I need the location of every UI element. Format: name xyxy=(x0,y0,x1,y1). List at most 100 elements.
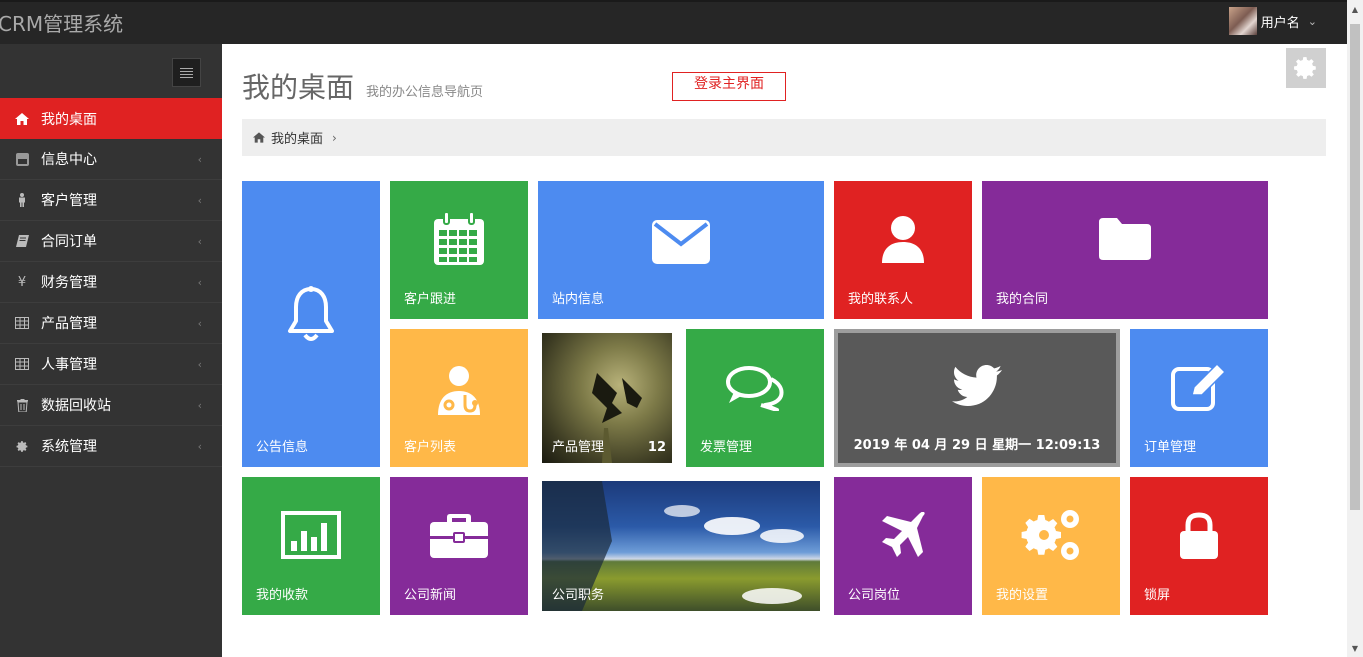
trash-icon xyxy=(15,398,29,412)
chevron-left-icon: ‹ xyxy=(197,152,202,166)
chevron-left-icon: ‹ xyxy=(197,234,202,248)
tile-company-duties[interactable]: 公司职务 xyxy=(538,477,824,615)
tile-label: 我的联系人 xyxy=(848,292,914,307)
home-icon xyxy=(15,112,29,126)
tile-label: 产品管理 xyxy=(552,440,605,455)
tile-product-mgmt[interactable]: 产品管理 12 xyxy=(538,329,676,467)
tile-my-contracts[interactable]: 我的合同 xyxy=(982,181,1268,319)
sidebar-item-info-center[interactable]: 信息中心 ‹ xyxy=(0,139,222,180)
sidebar-item-label: 系统管理 xyxy=(41,439,97,455)
sidebar-item-contract-order[interactable]: 合同订单 ‹ xyxy=(0,221,222,262)
scrollbar-thumb[interactable] xyxy=(1350,24,1360,510)
sidebar-item-finance[interactable]: ¥ 财务管理 ‹ xyxy=(0,262,222,303)
tile-label: 发票管理 xyxy=(700,440,753,455)
bar-chart-icon xyxy=(281,510,341,559)
envelope-icon xyxy=(652,219,710,264)
tile-label: 客户列表 xyxy=(404,440,457,455)
tile-label: 我的设置 xyxy=(996,588,1049,603)
sidebar: 我的桌面 信息中心 ‹ 客户管理 ‹ 合同订单 ‹ ¥ 财务管理 ‹ 产品管理 … xyxy=(0,44,222,657)
tile-label: 我的收款 xyxy=(256,588,309,603)
lock-icon xyxy=(1180,512,1218,560)
sidebar-item-hr[interactable]: 人事管理 ‹ xyxy=(0,344,222,385)
tile-notice[interactable]: 公告信息 xyxy=(242,181,380,467)
sidebar-item-label: 我的桌面 xyxy=(41,111,97,128)
annotation-label: 登录主界面 xyxy=(672,72,786,101)
yen-icon: ¥ xyxy=(17,274,27,290)
sidebar-item-label: 财务管理 xyxy=(41,275,97,291)
male-icon xyxy=(15,193,29,207)
briefcase-icon xyxy=(430,513,488,558)
sidebar-item-label: 产品管理 xyxy=(41,316,97,332)
page-scrollbar[interactable]: ▲ ▼ xyxy=(1347,0,1363,657)
tile-company-news[interactable]: 公司新闻 xyxy=(390,477,528,615)
cogs-icon xyxy=(1021,509,1079,560)
book-icon xyxy=(15,234,29,248)
tile-invoice-mgmt[interactable]: 发票管理 xyxy=(686,329,824,467)
calendar-icon xyxy=(434,210,484,265)
plane-icon xyxy=(882,512,925,558)
sidebar-toggle-button[interactable] xyxy=(172,58,201,87)
tile-customer-list[interactable]: 客户列表 xyxy=(390,329,528,467)
edit-icon xyxy=(1171,362,1227,411)
tile-my-contacts[interactable]: 我的联系人 xyxy=(834,181,972,319)
chevron-left-icon: ‹ xyxy=(197,316,202,330)
tile-site-message[interactable]: 站内信息 xyxy=(538,181,824,319)
sidebar-nav: 我的桌面 信息中心 ‹ 客户管理 ‹ 合同订单 ‹ ¥ 财务管理 ‹ 产品管理 … xyxy=(0,98,222,467)
breadcrumb: 我的桌面 › xyxy=(242,119,1326,156)
gear-icon xyxy=(1294,57,1316,79)
user-menu[interactable]: 用户名 ⌄ xyxy=(1228,7,1317,35)
chevron-left-icon: ‹ xyxy=(197,275,202,289)
top-navbar: CRM管理系统 用户名 ⌄ xyxy=(0,0,1347,44)
theme-settings-button[interactable] xyxy=(1286,48,1326,88)
youtube-icon xyxy=(15,152,29,166)
tile-label: 公司岗位 xyxy=(848,588,901,603)
tile-label: 公司职务 xyxy=(552,588,605,603)
scroll-up-arrow-icon[interactable]: ▲ xyxy=(1347,2,1363,18)
user-name: 用户名 xyxy=(1260,15,1300,31)
tile-lock-screen[interactable]: 锁屏 xyxy=(1130,477,1268,615)
sidebar-item-customer[interactable]: 客户管理 ‹ xyxy=(0,180,222,221)
sidebar-item-product[interactable]: 产品管理 ‹ xyxy=(0,303,222,344)
sidebar-item-system[interactable]: 系统管理 ‹ xyxy=(0,426,222,467)
scroll-down-arrow-icon[interactable]: ▼ xyxy=(1347,641,1363,657)
sidebar-item-label: 合同订单 xyxy=(41,234,97,250)
cog-icon xyxy=(15,439,29,453)
tile-label: 锁屏 xyxy=(1144,588,1171,603)
tile-customer-follow[interactable]: 客户跟进 xyxy=(390,181,528,319)
datetime-display: 2019 年 04 月 29 日 星期一 12:09:13 xyxy=(853,438,1101,453)
sidebar-item-label: 客户管理 xyxy=(41,193,97,209)
tile-my-receipts[interactable]: 我的收款 xyxy=(242,477,380,615)
user-icon xyxy=(882,216,924,264)
page-title: 我的桌面 xyxy=(242,71,355,104)
avatar xyxy=(1228,7,1257,35)
sidebar-item-label: 人事管理 xyxy=(41,357,97,373)
sidebar-item-label: 数据回收站 xyxy=(41,398,111,414)
table-icon xyxy=(15,357,29,371)
folder-icon xyxy=(1099,217,1151,260)
chevron-left-icon: ‹ xyxy=(197,357,202,371)
tile-label: 客户跟进 xyxy=(404,292,457,307)
tile-my-settings[interactable]: 我的设置 xyxy=(982,477,1120,615)
bell-icon xyxy=(288,286,334,342)
tile-order-mgmt[interactable]: 订单管理 xyxy=(1130,329,1268,467)
chevron-right-icon: › xyxy=(332,130,337,145)
app-title: CRM管理系统 xyxy=(0,12,124,36)
breadcrumb-current[interactable]: 我的桌面 xyxy=(271,128,323,147)
tile-label: 公告信息 xyxy=(256,440,309,455)
home-icon[interactable] xyxy=(253,132,265,143)
tile-clock[interactable]: 2019 年 04 月 29 日 星期一 12:09:13 xyxy=(834,329,1120,467)
tile-label: 我的合同 xyxy=(996,292,1049,307)
page-subtitle: 我的办公信息导航页 xyxy=(366,85,484,100)
sidebar-item-recycle-bin[interactable]: 数据回收站 ‹ xyxy=(0,385,222,426)
table-icon xyxy=(15,316,29,330)
chevron-left-icon: ‹ xyxy=(197,398,202,412)
comments-icon xyxy=(726,366,784,412)
tile-company-posts[interactable]: 公司岗位 xyxy=(834,477,972,615)
tile-label: 公司新闻 xyxy=(404,588,457,603)
sidebar-item-label: 信息中心 xyxy=(41,152,97,168)
sidebar-item-desktop[interactable]: 我的桌面 xyxy=(0,98,222,139)
product-count-badge: 12 xyxy=(647,440,666,455)
tile-label: 站内信息 xyxy=(552,292,605,307)
chevron-left-icon: ‹ xyxy=(197,439,202,453)
chevron-left-icon: ‹ xyxy=(197,193,202,207)
